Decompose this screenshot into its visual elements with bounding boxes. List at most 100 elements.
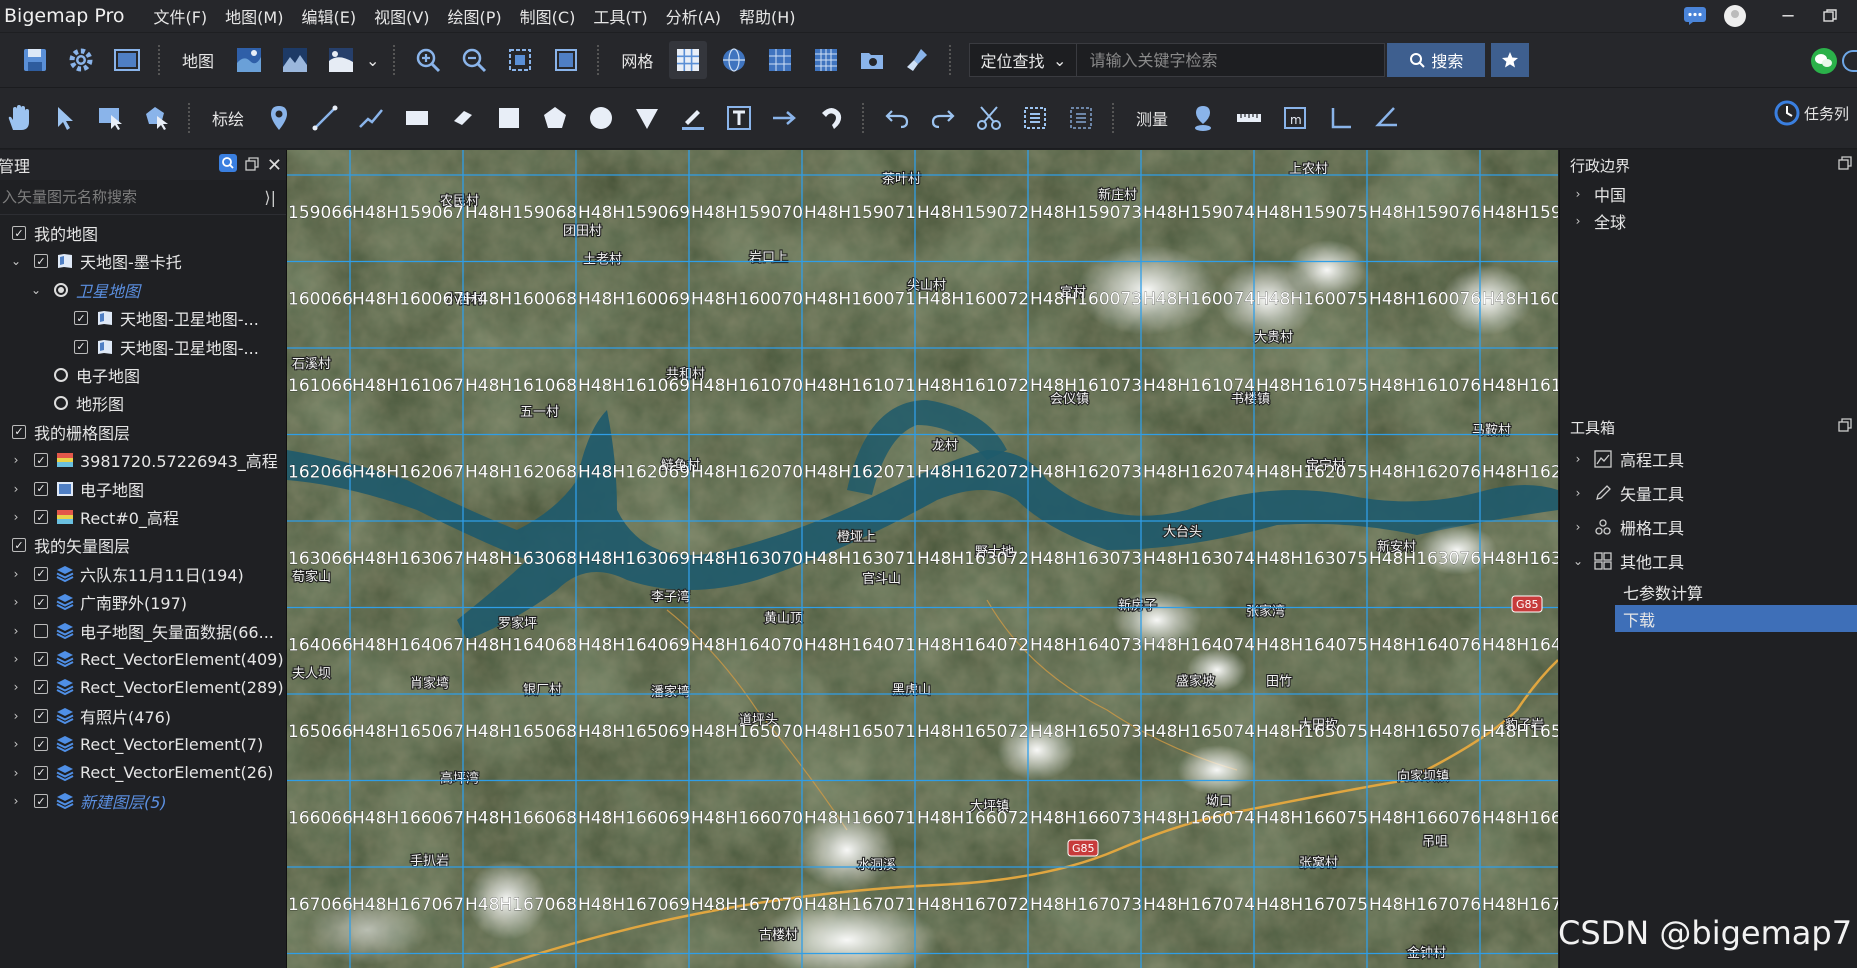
chevron-right-icon[interactable]: › — [10, 510, 22, 524]
grid-icon[interactable] — [669, 41, 708, 79]
favorite-star-button[interactable] — [1491, 43, 1530, 77]
layer-checkbox[interactable]: ✓ — [34, 652, 48, 666]
chevron-right-icon[interactable]: › — [1572, 214, 1584, 228]
panel-search-icon[interactable] — [218, 154, 237, 176]
chevron-right-icon[interactable]: › — [1572, 452, 1584, 466]
layer-item[interactable]: › ✓ Rect#0_高程 — [14, 502, 179, 532]
layer-item[interactable]: ⌄ ✓ 天地图-墨卡托 — [11, 246, 182, 276]
menu-item-1[interactable]: 地图(M) — [225, 4, 283, 28]
full-extent-icon[interactable] — [501, 41, 539, 79]
layer-item[interactable]: › ✓ Rect_VectorElement(7) — [14, 729, 264, 759]
layer-item[interactable]: › ✓ 六队东11月11日(194) — [14, 559, 244, 589]
clear-brush-icon[interactable] — [899, 41, 937, 79]
chevron-right-icon[interactable]: › — [10, 737, 22, 751]
layer-item[interactable]: ✓ 天地图-卫星地图-... — [66, 332, 259, 362]
layer-checkbox[interactable]: ✓ — [74, 311, 88, 326]
settings-gear-icon[interactable] — [62, 41, 100, 79]
zoom-in-icon[interactable] — [409, 41, 447, 79]
chat-icon[interactable] — [1680, 0, 1710, 32]
menu-item-2[interactable]: 编辑(E) — [301, 4, 356, 28]
chevron-down-icon[interactable]: ⌄ — [1572, 554, 1584, 568]
zoom-out-icon[interactable] — [455, 41, 493, 79]
layer-item[interactable]: › ✓ Rect_VectorElement(289) — [14, 672, 284, 702]
layer-checkbox[interactable]: ✓ — [34, 254, 48, 269]
layer-item[interactable]: ⌄ 卫星地图 — [31, 275, 140, 305]
layer-checkbox[interactable]: ✓ — [34, 481, 48, 496]
draw-pentagon-icon[interactable] — [536, 99, 574, 137]
measure-area-icon[interactable]: m — [1276, 99, 1314, 137]
toolbox-item[interactable]: › 高程工具 — [1560, 442, 1857, 476]
chevron-right-icon[interactable]: › — [1572, 486, 1584, 500]
map-view[interactable]: 农民村茶叶村新庄村上农村团田村土老村 岩口上尖山村 官村小苦村大贵村石溪村共和村会仪… — [287, 150, 1558, 968]
minimize-icon[interactable]: ─ — [1768, 0, 1808, 32]
toolbox-item[interactable]: › 矢量工具 — [1560, 476, 1857, 510]
measure-azimuth-icon[interactable] — [1368, 99, 1406, 137]
measure-distance-icon[interactable] — [1230, 99, 1268, 137]
draw-eraser-icon[interactable] — [444, 99, 482, 137]
draw-text-underline-icon[interactable] — [674, 99, 712, 137]
layer-item[interactable]: ✓ 我的矢量图层 — [4, 530, 130, 560]
layer-checkbox[interactable]: ✓ — [12, 538, 26, 553]
layer-item[interactable]: › ✓ 电子地图 — [14, 474, 144, 504]
layer-checkbox[interactable]: ✓ — [34, 595, 48, 610]
chevron-right-icon[interactable]: › — [10, 453, 22, 467]
layer-item[interactable]: › 电子地图_矢量面数据(66... — [14, 616, 274, 646]
chevron-right-icon[interactable]: › — [10, 595, 22, 609]
draw-sector-icon[interactable] — [628, 99, 666, 137]
restore-icon[interactable] — [1810, 0, 1850, 32]
curved-arrow-icon[interactable] — [812, 99, 850, 137]
fit-window-icon[interactable] — [547, 41, 585, 79]
layer-item[interactable]: 电子地图 — [46, 360, 140, 390]
search-collapse-icon[interactable]: ⟩| — [264, 188, 276, 207]
draw-arrow-icon[interactable] — [766, 99, 804, 137]
chevron-right-icon[interactable]: › — [10, 680, 22, 694]
chevron-down-icon[interactable]: ⌄ — [30, 283, 42, 297]
menu-item-4[interactable]: 绘图(P) — [448, 4, 502, 28]
chevron-right-icon[interactable]: › — [10, 567, 22, 581]
measure-angle-icon[interactable] — [1322, 99, 1360, 137]
user-avatar-icon[interactable] — [1720, 0, 1750, 32]
box-select-icon[interactable] — [92, 99, 130, 137]
layer-item[interactable]: ✓ 我的地图 — [4, 218, 98, 248]
layer-checkbox[interactable]: ✓ — [34, 566, 48, 581]
measure-point-icon[interactable] — [1184, 99, 1222, 137]
layer-radio[interactable] — [54, 368, 68, 382]
admin-boundary-item[interactable]: › 中国 — [1560, 180, 1857, 207]
toolbox-subitem[interactable]: 七参数计算 — [1615, 578, 1857, 605]
polygon-select-icon[interactable] — [138, 99, 176, 137]
panel-close-icon[interactable]: ✕ — [267, 155, 282, 176]
layer-item[interactable]: › ✓ 新建图层(5) — [14, 786, 167, 816]
save-icon[interactable] — [16, 41, 54, 79]
satellite-map-icon[interactable] — [230, 41, 268, 79]
layer-checkbox[interactable]: ✓ — [34, 765, 48, 780]
wechat-icon[interactable] — [1805, 42, 1843, 80]
panel-float-icon[interactable] — [1838, 156, 1852, 174]
draw-circle-icon[interactable] — [582, 99, 620, 137]
chevron-right-icon[interactable]: › — [10, 709, 22, 723]
menu-item-0[interactable]: 文件(F) — [153, 4, 207, 28]
search-button[interactable]: 搜索 — [1387, 43, 1486, 77]
select-all-icon[interactable] — [1016, 99, 1054, 137]
chevron-right-icon[interactable]: › — [10, 482, 22, 496]
chevron-right-icon[interactable]: › — [10, 652, 22, 666]
undo-icon[interactable] — [878, 99, 916, 137]
nm-grid-icon[interactable] — [807, 41, 845, 79]
layer-checkbox[interactable]: ✓ — [34, 794, 48, 808]
online-map-icon[interactable] — [322, 41, 360, 79]
toolbox-item[interactable]: ⌄ 其他工具 — [1560, 544, 1857, 578]
toolbox-subitem[interactable]: 下载 — [1615, 605, 1857, 632]
chevron-right-icon[interactable]: › — [10, 624, 22, 638]
menu-item-8[interactable]: 帮助(H) — [739, 4, 796, 28]
select-arrow-icon[interactable] — [46, 99, 84, 137]
layer-item[interactable]: › ✓ 有照片(476) — [14, 701, 171, 731]
chevron-down-icon[interactable]: ⌄ — [10, 254, 22, 268]
draw-line-icon[interactable] — [306, 99, 344, 137]
image-view-icon[interactable] — [108, 41, 146, 79]
layer-checkbox[interactable]: ✓ — [34, 737, 48, 752]
locate-dropdown[interactable]: 定位查找 ⌄ — [969, 43, 1078, 77]
deselect-icon[interactable] — [1062, 99, 1100, 137]
map-dropdown-chevron-icon[interactable]: ⌄ — [366, 51, 379, 70]
panel-float-icon[interactable] — [245, 156, 259, 175]
menu-item-3[interactable]: 视图(V) — [374, 4, 429, 28]
km-grid-icon[interactable] — [761, 41, 799, 79]
